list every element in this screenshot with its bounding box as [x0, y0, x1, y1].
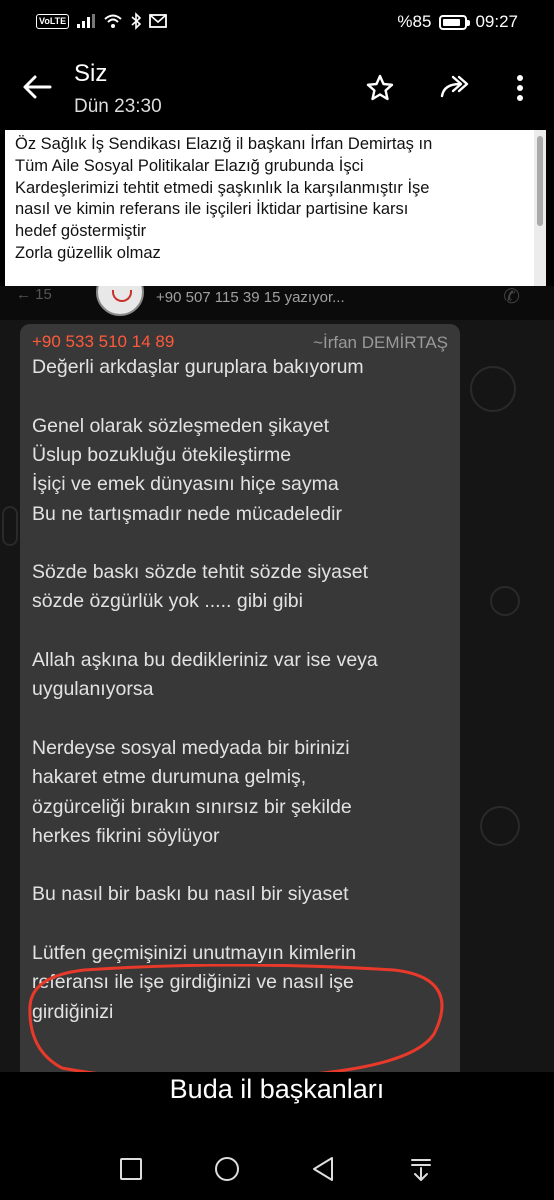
bubble-line: Bu nasıl bir baskı bu nasıl bir siyaset — [32, 883, 349, 906]
bubble-line: sözde özgürlük yok ..... gibi gibi — [32, 590, 303, 613]
bubble-line: herkes fikrini söylüyor — [32, 824, 220, 847]
caption-line: Tüm Aile Sosyal Politikalar Elazığ grubu… — [15, 156, 364, 175]
signal-icon — [77, 14, 96, 28]
more-vert-icon[interactable] — [504, 72, 536, 104]
bubble-line: girdiğinizi — [32, 1000, 114, 1023]
bubble-line: Sözde baskı sözde tehtit sözde siyaset — [32, 561, 369, 584]
bubble-line: özgürceliği bırakın sınırsız bir şekilde — [32, 795, 352, 818]
system-nav-bar — [0, 1140, 554, 1200]
bubble-sender-alias: ~İrfan DEMİRTAŞ — [313, 333, 448, 352]
bubble-line: Bu ne tartışmadır nede mücadeledir — [32, 502, 343, 525]
notification-pull-icon[interactable] — [406, 1154, 436, 1184]
wifi-icon — [104, 14, 122, 28]
bubble-sender-phone: +90 533 510 14 89 — [32, 332, 175, 351]
battery-icon — [439, 14, 471, 30]
bubble-line: Genel olarak sözleşmeden şikayet — [32, 414, 329, 437]
caption-line: nasıl ve kimin referans ile işçileri İkt… — [15, 200, 409, 219]
star-icon[interactable] — [364, 72, 396, 104]
bubble-line: İşiçi ve emek dünyasını hiçe sayma — [32, 473, 339, 496]
bubble-line: Allah aşkına bu dedikleriniz var ise vey… — [32, 649, 378, 671]
wallpaper-doodle — [2, 506, 18, 546]
caption-line: hedef göstermiştir — [15, 222, 147, 241]
inner-back-label: ← 15 — [16, 286, 52, 303]
wallpaper-doodle — [490, 586, 520, 616]
bubble-line: hakaret etme durumuna gelmiş, — [32, 766, 307, 789]
message-notification-icon — [149, 14, 168, 28]
back-arrow-icon[interactable] — [20, 70, 54, 104]
recents-square-icon[interactable] — [116, 1154, 146, 1184]
clock: 09:27 — [475, 12, 518, 31]
wallpaper-doodle — [470, 366, 516, 412]
status-bar: VoLTE %85 09:27 — [0, 0, 554, 46]
inner-typing-status: +90 507 115 39 15 yazıyor... — [156, 289, 345, 306]
caption-line: Kardeşlerimizi tehtit etmedi şaşkınlık l… — [15, 178, 430, 197]
bubble-line: Nerdeyse sosyal medyada bir birinizi — [32, 736, 350, 759]
message-header: Siz Dün 23:30 — [0, 46, 554, 128]
inner-phone-icon: ✆ — [503, 286, 520, 308]
caption-line: Öz Sağlık İş Sendikası Elazığ il başkanı… — [15, 135, 433, 153]
sender-name: Siz — [74, 60, 108, 87]
bubble-line: uygulanıyorsa — [32, 678, 154, 701]
caption-scrollbar-thumb[interactable] — [537, 136, 543, 226]
volte-badge: VoLTE — [36, 13, 70, 29]
battery-percent: %85 — [397, 12, 432, 31]
caption-text-block: Öz Sağlık İş Sendikası Elazığ il başkanı… — [5, 130, 546, 286]
forward-icon[interactable] — [438, 72, 470, 104]
bubble-line: Üslup bozukluğu ötekileştirme — [32, 443, 292, 466]
home-circle-icon[interactable] — [212, 1154, 242, 1184]
wallpaper-doodle — [480, 806, 520, 846]
bubble-line: referansı ile işe girdiğinizi ve nasıl i… — [32, 971, 354, 994]
message-bubble: +90 533 510 14 89 ~İrfan DEMİRTAŞ Değerl… — [20, 324, 460, 1072]
embedded-chat-screenshot: ← 15 +90 507 115 39 15 yazıyor... ✆ +90 … — [0, 286, 554, 1072]
status-right: %85 09:27 — [397, 12, 518, 32]
back-triangle-icon[interactable] — [308, 1154, 338, 1184]
bubble-line: Lütfen geçmişinizi unutmayın kimlerin — [32, 942, 357, 964]
battery-fill — [443, 18, 461, 26]
bubble-line: Değerli arkdaşlar guruplara bakıyorum — [32, 356, 364, 378]
inner-avatar — [96, 286, 144, 316]
inner-chat-header: ← 15 +90 507 115 39 15 yazıyor... ✆ — [0, 286, 554, 320]
caption-scrollbar[interactable] — [534, 130, 546, 286]
message-date: Dün 23:30 — [74, 96, 162, 117]
bluetooth-icon — [131, 12, 142, 30]
screenshot-caption: Buda il başkanları — [169, 1074, 385, 1104]
status-left-icons: VoLTE — [36, 12, 168, 30]
caption-line: Zorla güzellik olmaz — [15, 243, 161, 262]
